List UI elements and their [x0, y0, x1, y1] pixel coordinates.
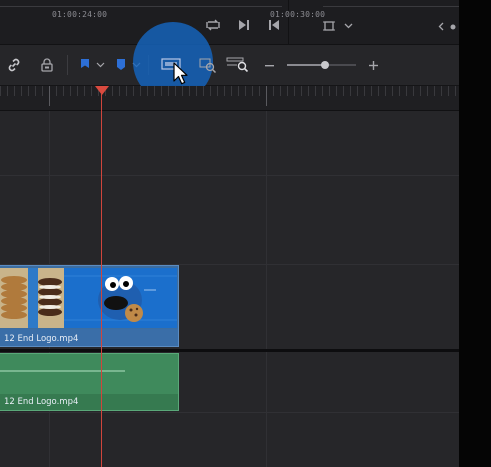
skip-next-icon[interactable] [236, 17, 252, 33]
track-separator [0, 175, 459, 176]
viewer-divider [288, 0, 289, 44]
ruler-timecode: 01:00:30:00 [270, 10, 326, 19]
timeline-editor: 01:00:24:00 01:00:30:00 12 End Logo.mp4 … [0, 0, 459, 467]
audio-waveform [0, 370, 125, 372]
zoom-slider-handle[interactable] [320, 61, 329, 69]
zoom-slider[interactable] [287, 61, 356, 69]
ruler-timecode: 01:00:24:00 [52, 10, 108, 19]
ruler-major-tick [266, 86, 267, 106]
audio-clip[interactable]: 12 End Logo.mp4 [0, 353, 179, 411]
lock-icon[interactable] [38, 56, 56, 74]
video-clip-label: 12 End Logo.mp4 [4, 334, 79, 344]
zoom-out-icon[interactable] [263, 59, 275, 71]
toolbar-separator [67, 55, 68, 75]
chevron-down-icon[interactable] [95, 60, 105, 70]
ruler-major-tick [49, 86, 50, 106]
track-separator [0, 412, 459, 413]
clip-thumbnail-cookie-monster [64, 268, 177, 328]
loop-icon[interactable] [203, 17, 223, 33]
mouse-cursor-icon [173, 62, 189, 90]
crop-icon[interactable] [322, 19, 336, 33]
skip-previous-icon[interactable] [266, 17, 282, 33]
playhead-handle[interactable] [95, 86, 109, 95]
offscreen-edge [459, 0, 491, 467]
timeline-gridline [266, 111, 267, 467]
link-icon[interactable] [5, 56, 23, 74]
zoom-slider-fill [287, 64, 325, 66]
chevron-down-icon[interactable] [343, 21, 353, 31]
detail-zoom-icon[interactable] [198, 56, 218, 74]
playhead[interactable] [101, 94, 102, 467]
chevron-left-icon[interactable] [436, 21, 446, 31]
video-audio-divider[interactable] [0, 349, 459, 352]
viewer-scrubber-track[interactable] [0, 6, 282, 7]
marker-icon[interactable] [114, 58, 128, 72]
clip-thumbnail-cookies [0, 268, 64, 328]
flag-icon[interactable] [78, 58, 92, 72]
zoom-in-icon[interactable] [367, 59, 379, 71]
audio-clip-label: 12 End Logo.mp4 [4, 397, 79, 407]
video-clip[interactable]: 12 End Logo.mp4 [0, 265, 179, 347]
ruler-ticks [0, 86, 459, 96]
dot-indicator [450, 24, 456, 30]
secondary-scrubber-track[interactable] [323, 6, 459, 7]
custom-zoom-icon[interactable] [226, 55, 250, 73]
viewer-controls-bar [0, 0, 459, 45]
